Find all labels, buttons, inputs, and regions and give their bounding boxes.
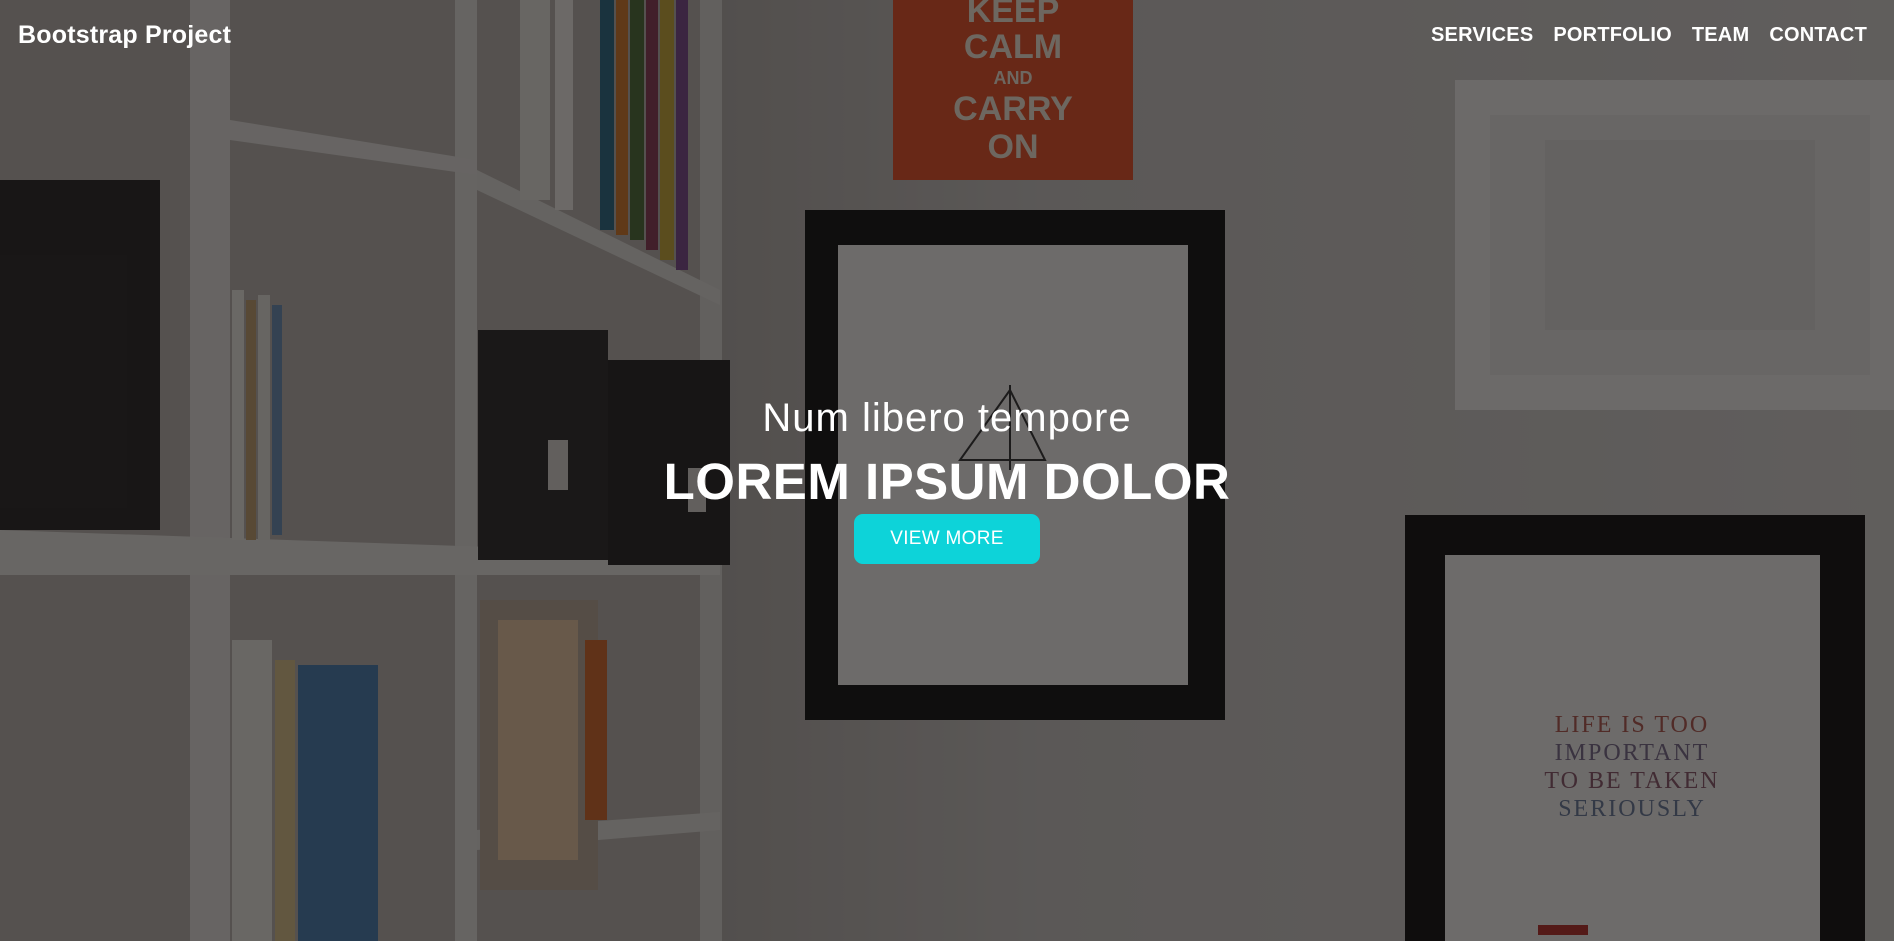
hero-content: Num libero tempore LOREM IPSUM DOLOR VIE… [0,392,1894,564]
hero-title: LOREM IPSUM DOLOR [663,453,1231,510]
brand-logo-link[interactable]: Bootstrap Project [18,21,231,50]
nav-links: SERVICES PORTFOLIO TEAM CONTACT [1431,24,1867,47]
nav-item-portfolio: PORTFOLIO [1553,24,1671,47]
nav-item-services: SERVICES [1431,24,1533,47]
nav-link-services[interactable]: SERVICES [1431,24,1533,46]
nav-item-team: TEAM [1692,24,1749,47]
view-more-button[interactable]: VIEW MORE [854,514,1040,564]
nav-link-contact[interactable]: CONTACT [1769,24,1867,46]
hero-subtitle: Num libero tempore [762,396,1132,440]
nav-link-portfolio[interactable]: PORTFOLIO [1553,24,1671,46]
nav-item-contact: CONTACT [1769,24,1867,47]
nav-link-team[interactable]: TEAM [1692,24,1749,46]
navbar: Bootstrap Project SERVICES PORTFOLIO TEA… [0,0,1894,70]
